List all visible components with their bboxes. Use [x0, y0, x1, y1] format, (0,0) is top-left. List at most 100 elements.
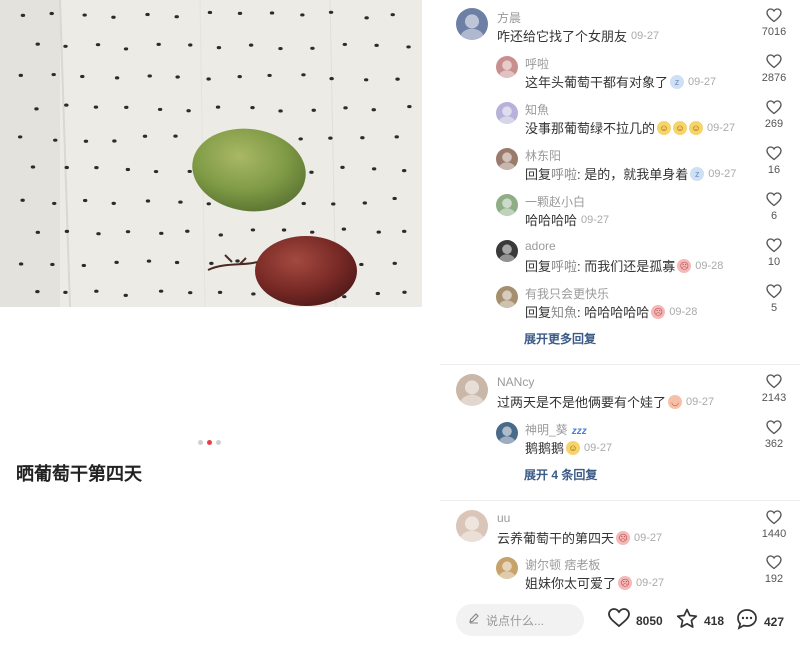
paper-hole [125, 230, 131, 234]
paper-hole [390, 13, 395, 17]
carousel-indicator[interactable] [198, 440, 221, 445]
comments-list: 方晨 咋还给它找了个女朋友 09-27 7016 呼啦 这年头葡萄干都有对象了 z 09-27… [440, 0, 800, 600]
paper-hole [209, 261, 214, 266]
expand-more-replies-link[interactable]: 展开更多回复 [524, 330, 596, 347]
comment-username[interactable]: 知魚 [525, 101, 549, 118]
comment-text[interactable]: 云养葡萄干的第四天 ☹ 09-27 [497, 528, 662, 547]
comment-username[interactable]: NANcy [497, 375, 534, 389]
paper-hole [363, 78, 369, 82]
paper-hole [112, 139, 117, 143]
sleep-emoji: z [670, 74, 685, 89]
paper-hole [93, 105, 99, 109]
comment-text[interactable]: 咋还给它找了个女朋友 09-27 [497, 26, 659, 45]
comment-text[interactable]: 过两天是不是他俩要有个娃了 ◡ 09-27 [497, 392, 714, 411]
paper-hole [300, 13, 305, 17]
reply-to-username[interactable]: 呼啦 [551, 164, 577, 183]
avatar[interactable] [456, 510, 488, 542]
carousel-dot[interactable] [216, 440, 221, 445]
comment-count: 427 [764, 614, 785, 629]
paper-hole [328, 136, 333, 140]
paper-hole [371, 167, 377, 171]
comment-username[interactable]: 呼啦 [525, 55, 549, 72]
comment-text[interactable]: 回复 呼啦: 是的，就我单身着 z 09-27 [525, 164, 736, 183]
comment-like-button[interactable]: 192 [754, 555, 794, 585]
paper-hole [94, 166, 99, 170]
like-post-button[interactable]: 8050 [608, 608, 663, 633]
comment-date: 09-27 [636, 576, 665, 589]
comment-like-button[interactable]: 16 [754, 146, 794, 176]
avatar[interactable] [496, 148, 518, 170]
divider [440, 500, 800, 501]
comment-username[interactable]: 神明_葵 zzz [525, 421, 587, 438]
paper-hole [311, 108, 316, 112]
avatar[interactable] [496, 240, 518, 262]
comment-like-button[interactable]: 2876 [754, 54, 794, 84]
comment-text[interactable]: 回复 呼啦: 而我们还是孤寡 ☹ 09-28 [525, 256, 723, 275]
paper-hole [82, 13, 87, 17]
comment-text[interactable]: 鹅鹅鹅 ☺ 09-27 [525, 438, 612, 457]
comment-username[interactable]: adore [525, 239, 556, 253]
post-image[interactable] [0, 0, 422, 307]
star-icon [676, 608, 698, 634]
avatar[interactable] [496, 422, 518, 444]
comment-username[interactable]: 一颗赵小白 [525, 193, 585, 210]
comment-like-count: 362 [764, 438, 784, 450]
paper-hole [114, 76, 120, 80]
comment-text[interactable]: 姐妹你太可爱了 ☹ 09-27 [525, 573, 664, 592]
paper-hole [49, 11, 54, 16]
paper-hole [178, 200, 183, 204]
comment-like-button[interactable]: 5 [754, 284, 794, 314]
paper-hole [362, 201, 368, 205]
comment-like-button[interactable]: 7016 [754, 8, 794, 38]
reply-to-username[interactable]: 呼啦 [551, 256, 577, 275]
comment-body: 哈哈哈哈 [525, 213, 578, 228]
comment-username[interactable]: 林东阳 [525, 147, 561, 164]
heart-icon [754, 100, 794, 115]
post-title: 晒葡萄干第四天 [16, 464, 142, 484]
comment-text[interactable]: 哈哈哈哈 09-27 [525, 210, 609, 229]
carousel-dot[interactable] [207, 440, 212, 445]
paper-hole [153, 169, 159, 174]
paper-hole [17, 135, 23, 139]
paper-hole [206, 77, 211, 81]
comment-like-count: 269 [764, 118, 784, 130]
comment-like-button[interactable]: 362 [754, 420, 794, 450]
paper-hole [142, 134, 148, 138]
paper-hole [206, 202, 211, 206]
comment-username[interactable]: 有我只会更快乐 [525, 285, 609, 302]
comment-like-count: 1440 [761, 528, 787, 540]
heart-icon [754, 8, 794, 23]
comment-like-button[interactable]: 269 [754, 100, 794, 130]
avatar[interactable] [496, 194, 518, 216]
expand-4-replies-link[interactable]: 展开 4 条回复 [524, 466, 597, 483]
avatar[interactable] [496, 557, 518, 579]
paper-hole [123, 293, 128, 297]
comment-username[interactable]: 方晨 [497, 9, 521, 26]
comment-username[interactable]: uu [497, 511, 510, 525]
reply-to-username[interactable]: 知魚 [551, 302, 577, 321]
avatar[interactable] [496, 56, 518, 78]
comment-date: 09-27 [631, 29, 660, 42]
comment-input[interactable]: 说点什么... [456, 604, 584, 636]
comment-text[interactable]: 没事那葡萄绿不拉几的 ☺ ☺ ☺ 09-27 [525, 118, 735, 137]
comment-like-button[interactable]: 2143 [754, 374, 794, 404]
avatar[interactable] [496, 102, 518, 124]
comment-text[interactable]: 回复 知魚: 哈哈哈哈哈 ☹ 09-28 [525, 302, 697, 321]
comment-username[interactable]: 谢尔顿 痞老板 [525, 556, 600, 573]
reply-prefix: 回复 [525, 167, 552, 182]
paper-hole [145, 12, 150, 17]
comment-button[interactable]: 427 [736, 608, 784, 635]
paper-hole [157, 107, 163, 112]
comment-like-button[interactable]: 6 [754, 192, 794, 222]
comment-text[interactable]: 这年头葡萄干都有对象了 z 09-27 [525, 72, 716, 91]
carousel-dot[interactable] [198, 440, 203, 445]
comment-date: 09-27 [584, 441, 613, 454]
favorite-button[interactable]: 418 [676, 608, 724, 634]
paper-hole [342, 295, 347, 299]
avatar[interactable] [456, 8, 488, 40]
avatar[interactable] [496, 286, 518, 308]
avatar[interactable] [456, 374, 488, 406]
comment-like-button[interactable]: 1440 [754, 510, 794, 540]
grin-emoji: ☺ [566, 440, 581, 455]
comment-like-button[interactable]: 10 [754, 238, 794, 268]
